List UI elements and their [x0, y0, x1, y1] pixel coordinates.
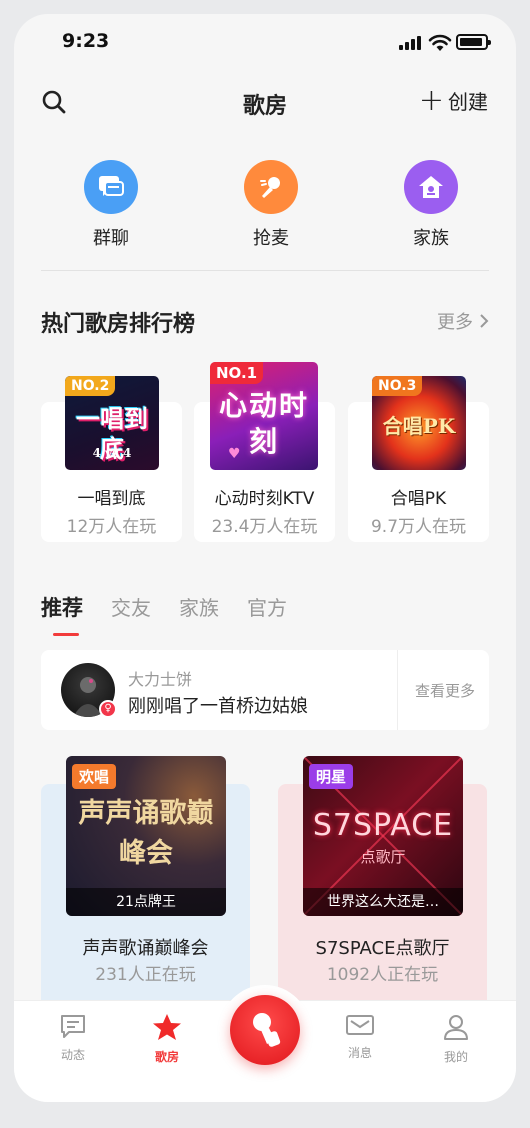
microphone-icon [253, 1013, 281, 1047]
room-name: S7SPACE点歌厅 [315, 938, 450, 959]
room-caption: 世界这么大还是… [303, 888, 463, 916]
divider [41, 270, 489, 271]
tab-friends[interactable]: 交友 [111, 592, 151, 636]
room-cover: 欢唱 声声诵歌巅峰会 21点牌王 [66, 756, 226, 916]
more-label: 更多 [437, 312, 473, 333]
nav-item-feed[interactable]: 动态 [38, 1013, 108, 1063]
room-card[interactable]: 明星 S7SPACE 点歌厅 世界这么大还是… S7SPACE点歌厅 1092人… [278, 756, 487, 1016]
sing-button[interactable] [220, 985, 310, 1075]
cover-subtitle: 点歌厅 [360, 848, 406, 866]
activity-banner[interactable]: ♀ 大力士饼 刚刚唱了一首桥边姑娘 查看更多 [41, 650, 489, 730]
rank-badge: NO.3 [372, 376, 423, 396]
feed-icon [61, 1015, 85, 1038]
nav-label: 我的 [443, 1050, 468, 1064]
nav-item-messages[interactable]: 消息 [325, 1013, 395, 1061]
room-count: 1092人正在玩 [326, 965, 439, 985]
room-cover: NO.1 心动时刻 ♥ [210, 362, 318, 470]
mail-icon [346, 1015, 374, 1035]
star-icon [153, 1014, 181, 1040]
activity-user[interactable]: 大力士饼 [128, 666, 192, 690]
rank-badge: NO.2 [65, 376, 116, 396]
room-cover: 明星 S7SPACE 点歌厅 世界这么大还是… [303, 756, 463, 916]
card-count: 23.4万人在玩 [211, 517, 318, 537]
cover-title: 合唱PK [382, 414, 456, 438]
heart-icon: ♥ [228, 446, 241, 462]
room-card[interactable]: 欢唱 声声诵歌巅峰会 21点牌王 声声歌诵巅峰会 231人正在玩 [41, 756, 250, 1016]
card-count: 12万人在玩 [66, 517, 157, 537]
female-gender-icon: ♀ [99, 700, 117, 718]
room-name: 声声歌诵巅峰会 [82, 938, 209, 959]
tab-official[interactable]: 官方 [247, 592, 287, 636]
quick-action-grab-mic[interactable]: 抢麦 [201, 160, 341, 260]
create-button[interactable]: + 创建 [418, 82, 488, 118]
room-caption: 21点牌王 [66, 888, 226, 916]
divider [397, 650, 398, 730]
quick-action-group-chat[interactable]: 群聊 [41, 160, 181, 260]
nav-item-profile[interactable]: 我的 [421, 1013, 491, 1065]
battery-icon [456, 34, 491, 50]
quick-actions: 群聊 抢麦 家族 [41, 160, 501, 260]
room-list: 欢唱 声声诵歌巅峰会 21点牌王 声声歌诵巅峰会 231人正在玩 明星 S7SP… [41, 756, 489, 1016]
ranking-card[interactable]: NO.3 合唱PK 合唱PK 9.7万人在玩 [348, 376, 489, 542]
card-name: 一唱到底 [77, 489, 146, 509]
tab-family[interactable]: 家族 [179, 592, 219, 636]
more-link[interactable]: 更多 [437, 308, 489, 334]
quick-action-label: 家族 [413, 228, 449, 249]
sing-button-inner [230, 995, 300, 1065]
see-more-link[interactable]: 查看更多 [415, 680, 475, 701]
ranking-header: 热门歌房排行榜 更多 [41, 302, 489, 337]
home-icon [404, 160, 458, 214]
status-time: 9:23 [62, 30, 110, 52]
mic-icon [244, 160, 298, 214]
tab-recommend[interactable]: 推荐 [41, 592, 83, 636]
header: 歌房 + 创建 [14, 80, 516, 124]
rank-badge: NO.1 [210, 362, 264, 384]
category-tabs: 推荐 交友 家族 官方 [41, 592, 287, 642]
card-name: 合唱PK [390, 489, 447, 509]
signal-icon [399, 36, 423, 50]
nav-label: 歌房 [154, 1050, 179, 1064]
cover-title: 声声诵歌巅峰会 [78, 798, 214, 869]
room-tag: 欢唱 [72, 764, 117, 789]
quick-action-label: 群聊 [93, 228, 129, 249]
ranking-card[interactable]: NO.1 心动时刻 ♥ 心动时刻KTV 23.4万人在玩 [194, 362, 335, 542]
app-screen: 9:23 歌房 + 创建 群聊 抢麦 家族 热门歌房排行榜 更多 NO.2 一唱… [14, 14, 516, 1102]
room-count: 231人正在玩 [95, 965, 196, 985]
phone-frame: 9:23 歌房 + 创建 群聊 抢麦 家族 热门歌房排行榜 更多 NO.2 一唱… [0, 0, 530, 1128]
quick-action-family[interactable]: 家族 [361, 160, 501, 260]
cover-subtitle: 4 vs 4 [92, 446, 132, 460]
cover-title: 心动时刻 [218, 389, 309, 458]
card-count: 9.7万人在玩 [370, 517, 467, 537]
activity-text: 刚刚唱了一首桥边姑娘 [128, 696, 308, 717]
ranking-card[interactable]: NO.2 一唱到底 4 vs 4 一唱到底 12万人在玩 [41, 376, 182, 542]
room-cover: NO.2 一唱到底 4 vs 4 [65, 376, 159, 470]
card-name: 心动时刻KTV [214, 489, 315, 509]
create-label: 创建 [448, 90, 488, 114]
quick-action-label: 抢麦 [253, 228, 289, 249]
profile-icon [444, 1015, 468, 1040]
chevron-right-icon [480, 314, 489, 328]
status-bar: 9:23 [14, 14, 516, 70]
ranking-title: 热门歌房排行榜 [41, 312, 196, 337]
room-tag: 明星 [309, 764, 354, 789]
nav-label: 消息 [347, 1046, 372, 1060]
room-cover: NO.3 合唱PK [372, 376, 466, 470]
ranking-cards: NO.2 一唱到底 4 vs 4 一唱到底 12万人在玩 NO.1 心动时刻 ♥… [41, 362, 489, 544]
nav-label: 动态 [60, 1048, 85, 1062]
chat-icon [84, 160, 138, 214]
plus-icon: + [418, 82, 444, 118]
cover-title: S7SPACE [312, 808, 454, 843]
nav-item-song-room[interactable]: 歌房 [132, 1013, 202, 1065]
wifi-icon [428, 34, 452, 51]
bottom-nav: 动态 歌房 消息 我的 [14, 985, 516, 1102]
